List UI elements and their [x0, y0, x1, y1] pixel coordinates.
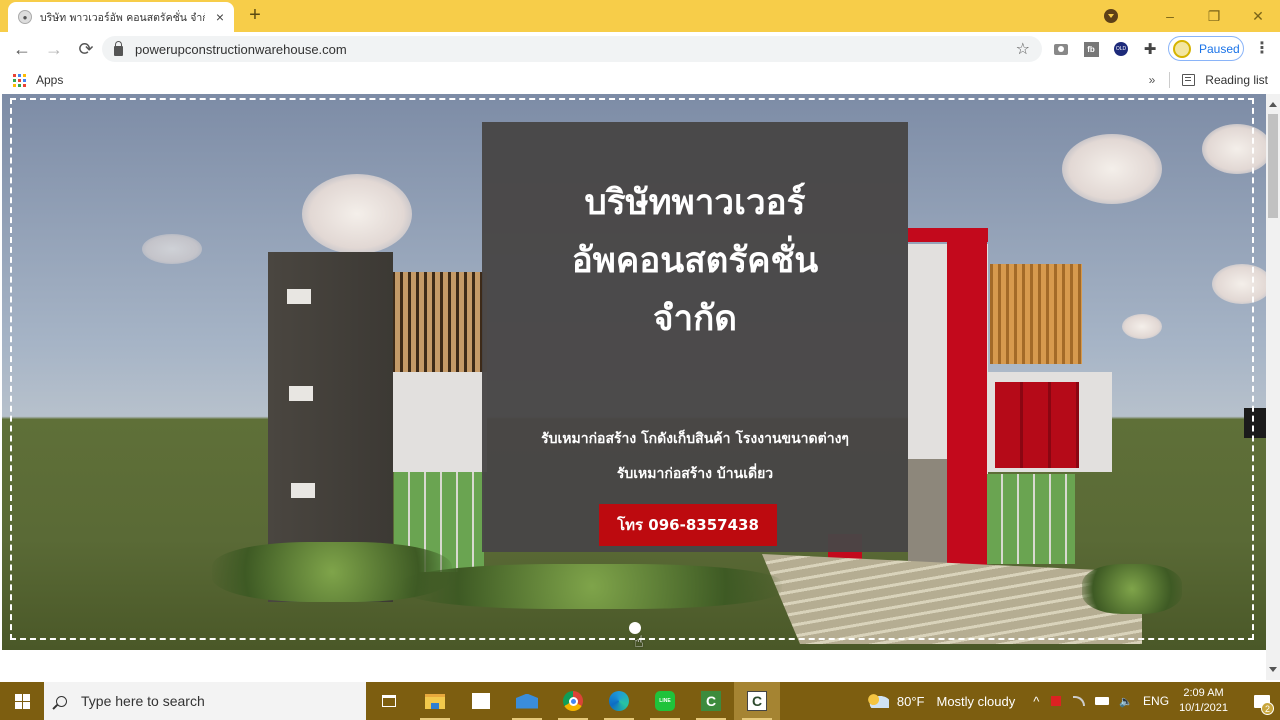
clock-date: 10/1/2021 [1179, 702, 1228, 714]
line-icon[interactable]: LINE [642, 682, 688, 720]
wifi-icon[interactable] [1073, 696, 1086, 706]
volume-icon[interactable]: 🔈 [1119, 695, 1133, 708]
search-placeholder: Type here to search [81, 693, 205, 709]
camera-icon[interactable] [1052, 37, 1070, 61]
hero-caption-card: บริษัทพาวเวอร์ อัพคอนสตรัคชั่น จำกัด รับเห… [482, 122, 908, 552]
taskbar-search-box[interactable]: Type here to search [44, 682, 366, 720]
cloud [1122, 314, 1162, 339]
profile-button[interactable]: Paused [1168, 36, 1244, 61]
task-view-icon[interactable] [366, 682, 412, 720]
chrome-icon[interactable] [550, 682, 596, 720]
tower-window [289, 386, 313, 401]
file-explorer-icon[interactable] [412, 682, 458, 720]
reading-list-label[interactable]: Reading list [1205, 73, 1268, 87]
hand-cursor-icon: ☝ [634, 634, 644, 650]
bookmark-star-icon[interactable]: ☆ [1016, 39, 1030, 59]
notification-badge: 2 [1261, 702, 1274, 715]
hero-slider: บริษัทพาวเวอร์ อัพคอนสตรัคชั่น จำกัด รับเห… [2, 94, 1266, 650]
fb-extension-icon[interactable]: fb [1082, 37, 1100, 61]
edge-icon[interactable] [596, 682, 642, 720]
glass-wall [987, 474, 1075, 564]
new-tab-button[interactable]: + [244, 4, 266, 27]
building-panel [392, 372, 487, 472]
scroll-up-arrow-icon[interactable] [1269, 102, 1277, 107]
cloud [1212, 264, 1266, 304]
url-text[interactable]: powerupconstructionwarehouse.com [135, 42, 347, 57]
tab-search-icon[interactable] [1104, 9, 1118, 23]
tower-window [287, 289, 311, 304]
more-menu-icon[interactable]: ⋮ [1254, 38, 1270, 58]
microsoft-store-icon[interactable] [458, 682, 504, 720]
red-louvers [995, 382, 1079, 468]
bookmarks-bar: Apps » Reading list [0, 66, 1280, 94]
red-frame-top [908, 228, 988, 242]
camtasia-recorder-icon[interactable]: C [734, 682, 780, 720]
app-tray-icon[interactable] [1051, 696, 1062, 706]
windows-taskbar: Type here to search LINE C C 80°F Mostly… [0, 682, 1280, 720]
close-window-button[interactable]: ✕ [1236, 8, 1280, 25]
reading-list-icon[interactable] [1182, 74, 1196, 86]
minimize-button[interactable]: – [1148, 8, 1192, 24]
tower-window [291, 483, 315, 498]
weather-cloud-icon[interactable] [866, 694, 889, 708]
tab-title: บริษัท พาวเวอร์อัพ คอนสตรัคชั่น จำกัด [40, 11, 205, 24]
start-button[interactable] [0, 682, 44, 720]
page-scrollbar[interactable] [1266, 94, 1280, 680]
cloud [1062, 134, 1162, 204]
browser-tab-active[interactable]: ● บริษัท พาวเวอร์อัพ คอนสตรัคชั่น จำกัด … [8, 2, 234, 32]
windows-logo-icon [14, 693, 30, 709]
red-frame [947, 234, 987, 594]
entrance-door [908, 459, 948, 569]
search-icon [56, 695, 67, 707]
camtasia-icon[interactable]: C [688, 682, 734, 720]
services-text: รับเหมาก่อสร้าง โกดังเก็บสินค้า โรงงานขน… [541, 431, 849, 447]
lock-icon[interactable] [114, 40, 123, 56]
cloud [142, 234, 202, 264]
weather-condition[interactable]: Mostly cloudy [936, 694, 1015, 709]
avatar [1173, 39, 1191, 58]
address-bar[interactable]: powerupconstructionwarehouse.com ☆ [102, 36, 1042, 62]
call-phone-button[interactable]: โทร 096-8357438 [599, 504, 777, 546]
scroll-thumb[interactable] [1268, 114, 1278, 218]
back-button[interactable]: ← [8, 35, 36, 63]
show-hidden-icons-chevron-icon[interactable]: ^ [1033, 694, 1039, 709]
wood-slat-facade [990, 264, 1082, 364]
restore-button[interactable]: ❐ [1192, 8, 1236, 25]
profile-status: Paused [1199, 41, 1240, 56]
browser-title-bar: ● บริษัท พาวเวอร์อัพ คอนสตรัคชั่น จำกัด … [0, 0, 1280, 32]
more-bookmarks-icon[interactable]: » [1149, 73, 1156, 87]
action-center-button[interactable]: 2 [1244, 682, 1280, 720]
system-tray: 80°F Mostly cloudy ^ 🔈 ENG 2:09 AM 10/1/… [866, 682, 1280, 720]
language-indicator[interactable]: ENG [1143, 694, 1169, 708]
services-text-secondary: รับเหมาก่อสร้าง บ้านเดี่ยว [616, 466, 774, 482]
tab-close-icon[interactable]: × [216, 9, 224, 25]
weather-temp[interactable]: 80°F [897, 694, 925, 709]
apps-grid-icon [13, 73, 26, 87]
browser-toolbar: ← → ⟳ powerupconstructionwarehouse.com ☆… [0, 32, 1280, 66]
clock[interactable]: 2:09 AM 10/1/2021 [1179, 686, 1228, 716]
puzzle-icon[interactable]: ✚ [1141, 37, 1159, 61]
cloud [302, 174, 412, 254]
shrubs [1082, 564, 1182, 614]
reload-button[interactable]: ⟳ [72, 35, 100, 63]
cloud [1202, 124, 1266, 174]
site-favicon-icon: ● [18, 10, 32, 24]
forward-button[interactable]: → [40, 35, 68, 63]
apps-shortcut[interactable]: Apps [13, 73, 63, 87]
company-title: บริษัทพาวเวอร์ อัพคอนสตรัคชั่น จำกัด [571, 183, 819, 339]
database-extension-icon[interactable]: OLD [1112, 37, 1130, 61]
divider [1169, 72, 1171, 88]
apps-label: Apps [36, 73, 64, 87]
page-viewport: บริษัทพาวเวอร์ อัพคอนสตรัคชั่น จำกัด รับเห… [0, 94, 1266, 680]
scroll-down-arrow-icon[interactable] [1269, 667, 1277, 672]
mail-icon[interactable] [504, 682, 550, 720]
distant-object [1244, 408, 1266, 438]
clock-time: 2:09 AM [1183, 687, 1224, 699]
wood-slat-facade [392, 272, 487, 372]
shrubs [402, 564, 782, 609]
battery-icon[interactable] [1095, 697, 1110, 705]
